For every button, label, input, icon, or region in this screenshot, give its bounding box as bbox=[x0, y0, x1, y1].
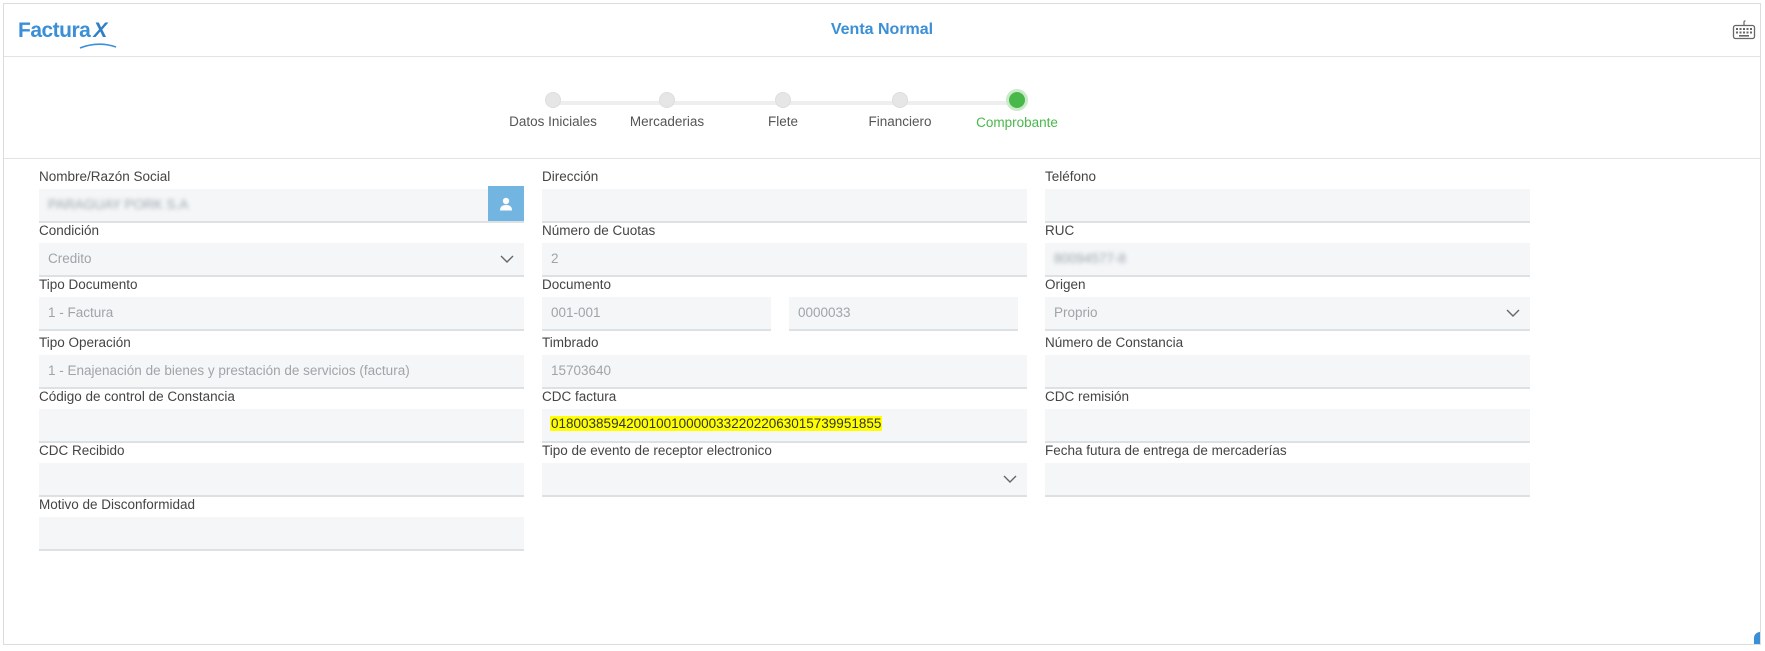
step-mercaderias[interactable]: Mercaderias bbox=[607, 92, 727, 129]
user-icon bbox=[500, 197, 512, 210]
field-label: Timbrado bbox=[542, 335, 599, 350]
field-label: Tipo Operación bbox=[39, 335, 131, 350]
chevron-down-icon[interactable] bbox=[1496, 297, 1530, 329]
tipo-evento-select[interactable] bbox=[542, 463, 1027, 497]
ruc-input[interactable]: 80094577-8 bbox=[1045, 243, 1530, 277]
field-tipo-evento: Tipo de evento de receptor electronico bbox=[542, 442, 1027, 497]
app-window: Factura X Venta Normal Datos Iniciales Me… bbox=[3, 3, 1761, 645]
numero-constancia-input[interactable] bbox=[1045, 355, 1530, 389]
field-timbrado: Timbrado 15703640 bbox=[542, 334, 1027, 389]
tipo-documento-input[interactable]: 1 - Factura bbox=[39, 297, 524, 331]
field-tipo-operacion: Tipo Operación 1 - Enajenación de bienes… bbox=[39, 334, 524, 389]
field-label: Teléfono bbox=[1045, 169, 1097, 184]
field-label: Documento bbox=[542, 277, 612, 292]
tipo-operacion-input[interactable]: 1 - Enajenación de bienes y prestación d… bbox=[39, 355, 524, 389]
chevron-down-icon[interactable] bbox=[993, 463, 1027, 495]
field-direccion: Dirección bbox=[542, 168, 1027, 223]
tipo-operacion-value: 1 - Enajenación de bienes y prestación d… bbox=[48, 363, 410, 378]
step-label: Datos Iniciales bbox=[509, 114, 597, 129]
field-label: CDC factura bbox=[542, 389, 617, 404]
cdc-recibido-input[interactable] bbox=[39, 463, 524, 497]
field-cdc-recibido: CDC Recibido bbox=[39, 442, 524, 497]
field-label: CDC Recibido bbox=[39, 443, 125, 458]
select-client-button[interactable] bbox=[488, 186, 524, 221]
field-cdc-factura: CDC factura 0180038594200100100000332202… bbox=[542, 388, 1027, 443]
field-tipo-documento: Tipo Documento 1 - Factura bbox=[39, 276, 524, 331]
field-label: Número de Constancia bbox=[1045, 335, 1184, 350]
origen-select[interactable]: Proprio bbox=[1045, 297, 1530, 331]
field-label: Motivo de Disconformidad bbox=[39, 497, 196, 512]
field-origen: Origen Proprio bbox=[1045, 276, 1530, 331]
origen-value: Proprio bbox=[1054, 305, 1098, 320]
field-label: Número de Cuotas bbox=[542, 223, 656, 238]
field-label: Origen bbox=[1045, 277, 1086, 292]
field-label: Condición bbox=[39, 223, 100, 238]
nombre-value: PARAGUAY PORK S.A bbox=[48, 197, 189, 212]
keyboard-icon[interactable] bbox=[1732, 20, 1756, 40]
timbrado-value: 15703640 bbox=[551, 363, 612, 378]
page-title: Venta Normal bbox=[830, 21, 934, 38]
step-financiero[interactable]: Financiero bbox=[840, 92, 960, 129]
documento-serie-input[interactable]: 001-001 bbox=[542, 297, 771, 331]
field-label: RUC bbox=[1045, 223, 1075, 238]
tipo-documento-value: 1 - Factura bbox=[48, 305, 114, 320]
step-comprobante[interactable]: Comprobante bbox=[957, 89, 1077, 130]
cdc-factura-input[interactable]: 0180038594200100100000332202206301573995… bbox=[542, 409, 1027, 443]
cuotas-value: 2 bbox=[551, 251, 559, 266]
field-numero-constancia: Número de Constancia bbox=[1045, 334, 1530, 389]
nombre-input[interactable]: PARAGUAY PORK S.A bbox=[39, 186, 524, 223]
field-label: Fecha futura de entrega de mercaderías bbox=[1045, 443, 1287, 458]
ruc-value: 80094577-8 bbox=[1054, 251, 1127, 266]
cdc-remision-input[interactable] bbox=[1045, 409, 1530, 443]
direccion-input[interactable] bbox=[542, 189, 1027, 223]
cuotas-input[interactable]: 2 bbox=[542, 243, 1027, 277]
step-label: Flete bbox=[767, 114, 798, 129]
step-datos-iniciales[interactable]: Datos Iniciales bbox=[493, 92, 613, 129]
step-label: Comprobante bbox=[976, 115, 1058, 130]
telefono-input[interactable] bbox=[1045, 189, 1530, 223]
field-label: Código de control de Constancia bbox=[39, 389, 235, 404]
stepper: Datos Iniciales Mercaderias Flete Financ… bbox=[4, 56, 1760, 159]
field-condicion: Condición Credito bbox=[39, 222, 524, 277]
step-dot bbox=[892, 92, 908, 108]
field-telefono: Teléfono bbox=[1045, 168, 1530, 223]
field-cdc-remision: CDC remisión bbox=[1045, 388, 1530, 443]
fecha-futura-input[interactable] bbox=[1045, 463, 1530, 497]
step-dot bbox=[775, 92, 791, 108]
field-motivo: Motivo de Disconformidad bbox=[39, 496, 524, 551]
documento-numero-value: 0000033 bbox=[798, 305, 851, 320]
field-nombre: Nombre/Razón Social PARAGUAY PORK S.A bbox=[39, 168, 524, 223]
documento-numero-input[interactable]: 0000033 bbox=[789, 297, 1018, 331]
field-label: Dirección bbox=[542, 169, 599, 184]
timbrado-input[interactable]: 15703640 bbox=[542, 355, 1027, 389]
motivo-input[interactable] bbox=[39, 517, 524, 551]
step-label: Mercaderias bbox=[629, 114, 705, 129]
step-dot-active bbox=[1006, 89, 1028, 111]
step-label: Financiero bbox=[868, 114, 932, 129]
step-dot bbox=[545, 92, 561, 108]
cdc-factura-value: 0180038594200100100000332202206301573995… bbox=[550, 416, 883, 431]
field-label: Tipo de evento de receptor electronico bbox=[542, 443, 772, 458]
step-dot bbox=[659, 92, 675, 108]
top-bar: Factura X Venta Normal bbox=[4, 4, 1760, 57]
field-cuotas: Número de Cuotas 2 bbox=[542, 222, 1027, 277]
field-ruc: RUC 80094577-8 bbox=[1045, 222, 1530, 277]
step-flete[interactable]: Flete bbox=[723, 92, 843, 129]
condicion-value: Credito bbox=[48, 251, 92, 266]
chevron-down-icon[interactable] bbox=[490, 243, 524, 275]
logo-swoosh-icon bbox=[79, 43, 117, 49]
field-documento: Documento 001-001 0000033 bbox=[542, 276, 1027, 336]
field-label: CDC remisión bbox=[1045, 389, 1130, 404]
condicion-select[interactable]: Credito bbox=[39, 243, 524, 277]
field-label: Tipo Documento bbox=[39, 277, 138, 292]
field-fecha-futura: Fecha futura de entrega de mercaderías bbox=[1045, 442, 1530, 497]
documento-serie-value: 001-001 bbox=[551, 305, 601, 320]
field-label: Nombre/Razón Social bbox=[39, 169, 171, 184]
corner-accent bbox=[1754, 632, 1760, 644]
field-codigo-control: Código de control de Constancia bbox=[39, 388, 524, 443]
codigo-control-input[interactable] bbox=[39, 409, 524, 443]
